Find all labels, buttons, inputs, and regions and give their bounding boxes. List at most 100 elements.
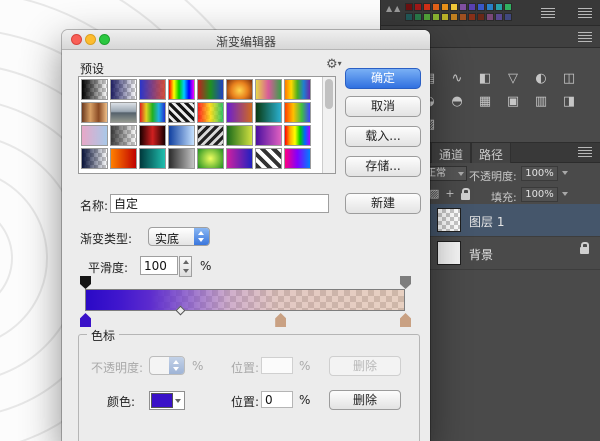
color-swatch-chip[interactable] [504,3,512,11]
color-stop[interactable] [400,313,411,327]
preset-swatch[interactable] [110,102,137,123]
color-swatch-chip[interactable] [486,3,494,11]
preset-swatch[interactable] [255,125,282,146]
smoothness-input[interactable] [140,256,178,275]
color-swatch-chip[interactable] [477,3,485,11]
color-swatch-chip[interactable] [450,3,458,11]
stop-color-swatch[interactable] [149,391,185,410]
preset-swatch[interactable] [197,125,224,146]
preset-swatch[interactable] [139,148,166,169]
preset-swatch[interactable] [168,148,195,169]
color-stop[interactable] [80,313,91,327]
layer-thumbnail[interactable] [437,241,461,265]
exposure-icon[interactable]: ◧ [471,67,499,90]
load-button[interactable]: 载入... [345,126,421,147]
preset-swatch[interactable] [139,125,166,146]
color-swatch-chip[interactable] [459,3,467,11]
preset-swatch[interactable] [81,102,108,123]
preset-scrollbar[interactable] [322,77,335,173]
preset-swatch[interactable] [139,79,166,100]
cancel-button[interactable]: 取消 [345,96,421,117]
new-button[interactable]: 新建 [345,193,421,214]
color-swatch-chip[interactable] [504,13,512,21]
gradient-name-input[interactable] [110,194,329,213]
stop-color-location-input[interactable] [261,391,293,408]
layer-thumbnail[interactable] [437,208,461,232]
preset-swatch[interactable] [226,102,253,123]
lock-position-icon[interactable]: + [445,187,454,200]
color-swatch-chip[interactable] [459,13,467,21]
color-stop[interactable] [275,313,286,327]
preset-swatch[interactable] [284,79,311,100]
hue-saturation-icon[interactable]: ◐ [527,67,555,90]
opacity-stop[interactable] [80,276,91,289]
color-swatch-chip[interactable] [495,3,503,11]
preset-swatch[interactable] [197,148,224,169]
tab-paths[interactable]: 路径 [471,143,511,163]
posterize-icon[interactable]: ▥ [527,90,555,113]
gradient-preview[interactable] [85,289,405,311]
scrollbar-thumb[interactable] [325,79,333,109]
dialog-titlebar[interactable]: 渐变编辑器 [62,30,430,50]
panel-menu-icon[interactable] [578,8,592,18]
threshold-icon[interactable]: ◨ [555,90,583,113]
lock-transparency-icon[interactable]: ▨ [429,187,439,200]
delete-color-stop-button[interactable]: 删除 [329,390,401,410]
color-lookup-icon[interactable]: ▦ [471,90,499,113]
color-swatch-chip[interactable] [477,13,485,21]
invert-icon[interactable]: ▣ [499,90,527,113]
fill-value[interactable]: 100% [521,187,558,202]
color-swatch-chip[interactable] [441,13,449,21]
color-swatch-chip[interactable] [486,13,494,21]
gear-icon[interactable]: ⚙▾ [326,57,342,72]
preset-swatch[interactable] [284,125,311,146]
color-swatch-chip[interactable] [468,13,476,21]
preset-swatch[interactable] [197,79,224,100]
color-swatch-chip[interactable] [405,13,413,21]
gradient-type-dropdown[interactable]: 实底 [148,227,210,246]
lock-all-icon[interactable] [461,193,470,200]
preset-swatch[interactable] [226,125,253,146]
preset-swatch[interactable] [255,102,282,123]
color-swatch-chip[interactable] [405,3,413,11]
preset-swatch[interactable] [284,148,311,169]
tab-channels[interactable]: 通道 [431,143,471,163]
collapse-panel-icon[interactable]: ▲▲ [386,4,402,13]
color-swatch-chip[interactable] [468,3,476,11]
opacity-value[interactable]: 100% [521,166,558,181]
vibrance-icon[interactable]: ▽ [499,67,527,90]
preset-swatch[interactable] [168,79,195,100]
preset-swatch[interactable] [197,102,224,123]
panel-menu-icon[interactable] [541,8,555,18]
preset-swatch[interactable] [139,102,166,123]
smoothness-stepper[interactable] [179,256,192,277]
preset-swatch[interactable] [81,79,108,100]
color-balance-icon[interactable]: ◫ [555,67,583,90]
preset-swatch[interactable] [110,148,137,169]
color-swatch-chip[interactable] [423,13,431,21]
preset-swatch[interactable] [81,125,108,146]
chevron-down-icon[interactable] [562,171,568,175]
color-swatch-chip[interactable] [432,13,440,21]
chevron-down-icon[interactable] [562,192,568,196]
preset-swatch[interactable] [255,79,282,100]
panel-menu-icon[interactable] [578,147,592,157]
color-swatch-chip[interactable] [450,13,458,21]
opacity-stop[interactable] [400,276,411,289]
preset-swatch[interactable] [110,79,137,100]
preset-swatch[interactable] [255,148,282,169]
panel-menu-icon[interactable] [578,32,592,42]
preset-swatch[interactable] [226,79,253,100]
color-swatch-chip[interactable] [423,3,431,11]
ok-button[interactable]: 确定 [345,68,421,89]
color-swatch-chip[interactable] [414,3,422,11]
preset-swatch[interactable] [284,102,311,123]
channel-mixer-icon[interactable]: ◓ [443,90,471,113]
color-swatch-chip[interactable] [432,3,440,11]
color-swatch-chip[interactable] [441,3,449,11]
preset-swatch[interactable] [168,125,195,146]
preset-swatch[interactable] [226,148,253,169]
color-swatch-chip[interactable] [495,13,503,21]
preset-swatch[interactable] [81,148,108,169]
color-swatch-chip[interactable] [414,13,422,21]
